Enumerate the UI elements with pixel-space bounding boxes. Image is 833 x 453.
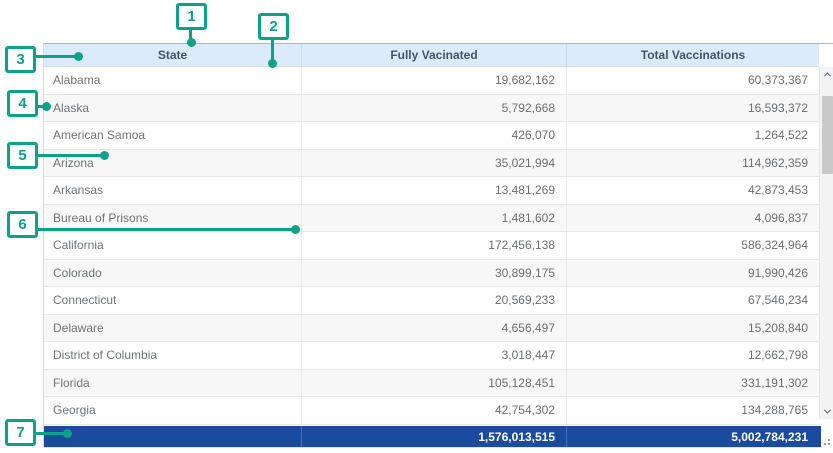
table-row[interactable]: Arizona 35,021,994 114,962,359 — [44, 150, 819, 178]
resize-grip-icon — [823, 438, 833, 448]
total-vaccinations-cell[interactable]: 91,990,426 — [566, 260, 819, 287]
screenshot-root: State Fully Vacinated Total Vaccinations… — [0, 0, 833, 453]
table-bottom-border — [44, 447, 821, 448]
state-cell[interactable]: Alaska — [44, 95, 301, 122]
vertical-scrollbar[interactable] — [819, 67, 833, 419]
total-vaccinations-cell[interactable]: 4,096,837 — [566, 205, 819, 232]
table-row[interactable]: Colorado 30,899,175 91,990,426 — [44, 260, 819, 288]
fully-vaccinated-cell[interactable]: 42,754,302 — [301, 397, 566, 424]
total-vaccinations-cell[interactable]: 1,264,522 — [566, 122, 819, 149]
scroll-down-button[interactable] — [820, 404, 833, 419]
totals-total-vaccinations-cell: 5,002,784,231 — [566, 426, 819, 447]
scrollbar-thumb[interactable] — [822, 96, 833, 174]
callout-3-label: 3 — [16, 51, 24, 68]
table-row[interactable]: Georgia 42,754,302 134,288,765 — [44, 397, 819, 425]
table-row[interactable]: Connecticut 20,569,233 67,546,234 — [44, 287, 819, 315]
table-row[interactable]: Alabama 19,682,162 60,373,367 — [44, 67, 819, 95]
table-row[interactable]: District of Columbia 3,018,447 12,662,79… — [44, 342, 819, 370]
table-row[interactable]: California 172,456,138 586,324,964 — [44, 232, 819, 260]
table-body: Alabama 19,682,162 60,373,367 Alaska 5,7… — [44, 67, 819, 425]
state-cell[interactable]: Arkansas — [44, 177, 301, 204]
fully-vaccinated-cell[interactable]: 4,656,497 — [301, 315, 566, 342]
fully-vaccinated-cell[interactable]: 13,481,269 — [301, 177, 566, 204]
total-vaccinations-cell[interactable]: 42,873,453 — [566, 177, 819, 204]
callout-7-dot — [63, 429, 72, 438]
table-header-row: State Fully Vacinated Total Vaccinations — [44, 44, 819, 67]
callout-2: 2 — [258, 13, 289, 40]
total-vaccinations-cell[interactable]: 134,288,765 — [566, 397, 819, 424]
callout-5-label: 5 — [18, 147, 26, 164]
callout-7-label: 7 — [16, 424, 24, 441]
state-cell[interactable]: Alabama — [44, 67, 301, 94]
column-header-fully-vaccinated[interactable]: Fully Vacinated — [301, 44, 566, 66]
state-cell[interactable]: American Samoa — [44, 122, 301, 149]
vaccinations-list-table: State Fully Vacinated Total Vaccinations… — [43, 43, 833, 447]
total-vaccinations-cell[interactable]: 331,191,302 — [566, 370, 819, 397]
scroll-up-button[interactable] — [820, 67, 833, 82]
total-vaccinations-cell[interactable]: 16,593,372 — [566, 95, 819, 122]
fully-vaccinated-cell[interactable]: 1,481,602 — [301, 205, 566, 232]
total-vaccinations-cell[interactable]: 60,373,367 — [566, 67, 819, 94]
callout-4: 4 — [7, 90, 38, 117]
chevron-up-icon — [824, 72, 831, 79]
table-totals-row: 1,576,013,515 5,002,784,231 — [44, 426, 821, 447]
callout-1-label: 1 — [187, 8, 195, 25]
fully-vaccinated-cell[interactable]: 426,070 — [301, 122, 566, 149]
callout-6-dot — [291, 225, 300, 234]
total-vaccinations-cell[interactable]: 586,324,964 — [566, 232, 819, 259]
callout-2-dot — [268, 59, 277, 68]
fully-vaccinated-cell[interactable]: 35,021,994 — [301, 150, 566, 177]
state-cell[interactable]: Colorado — [44, 260, 301, 287]
fully-vaccinated-cell[interactable]: 5,792,668 — [301, 95, 566, 122]
table-row[interactable]: American Samoa 426,070 1,264,522 — [44, 122, 819, 150]
callout-5-stem — [35, 154, 105, 157]
callout-2-stem — [271, 39, 274, 61]
callout-6-label: 6 — [18, 216, 26, 233]
callout-6-stem — [35, 228, 296, 231]
chevron-down-icon — [824, 407, 831, 414]
fully-vaccinated-cell[interactable]: 105,128,451 — [301, 370, 566, 397]
callout-4-dot — [42, 102, 51, 111]
total-vaccinations-cell[interactable]: 15,208,840 — [566, 315, 819, 342]
callout-2-label: 2 — [269, 18, 277, 35]
state-cell[interactable]: Georgia — [44, 397, 301, 424]
total-vaccinations-cell[interactable]: 67,546,234 — [566, 287, 819, 314]
table-row[interactable]: Florida 105,128,451 331,191,302 — [44, 370, 819, 398]
table-row[interactable]: Arkansas 13,481,269 42,873,453 — [44, 177, 819, 205]
total-vaccinations-cell[interactable]: 12,662,798 — [566, 342, 819, 369]
callout-3-dot — [74, 52, 83, 61]
state-cell[interactable]: California — [44, 232, 301, 259]
fully-vaccinated-cell[interactable]: 20,569,233 — [301, 287, 566, 314]
callout-1: 1 — [176, 3, 207, 30]
column-header-total-vaccinations[interactable]: Total Vaccinations — [566, 44, 819, 66]
state-cell[interactable]: Florida — [44, 370, 301, 397]
total-vaccinations-cell[interactable]: 114,962,359 — [566, 150, 819, 177]
state-cell[interactable]: Connecticut — [44, 287, 301, 314]
callout-3-stem — [34, 55, 79, 58]
callout-5-dot — [100, 151, 109, 160]
state-cell[interactable]: District of Columbia — [44, 342, 301, 369]
callout-3: 3 — [5, 46, 36, 73]
fully-vaccinated-cell[interactable]: 30,899,175 — [301, 260, 566, 287]
callout-5: 5 — [7, 142, 38, 169]
fully-vaccinated-cell[interactable]: 3,018,447 — [301, 342, 566, 369]
callout-1-dot — [187, 38, 196, 47]
callout-4-label: 4 — [18, 95, 26, 112]
fully-vaccinated-cell[interactable]: 19,682,162 — [301, 67, 566, 94]
fully-vaccinated-cell[interactable]: 172,456,138 — [301, 232, 566, 259]
callout-6: 6 — [7, 211, 38, 238]
totals-state-cell — [44, 426, 301, 447]
table-row[interactable]: Alaska 5,792,668 16,593,372 — [44, 95, 819, 123]
table-row[interactable]: Delaware 4,656,497 15,208,840 — [44, 315, 819, 343]
callout-7: 7 — [5, 419, 36, 446]
totals-fully-vaccinated-cell: 1,576,013,515 — [301, 426, 566, 447]
state-cell[interactable]: Delaware — [44, 315, 301, 342]
